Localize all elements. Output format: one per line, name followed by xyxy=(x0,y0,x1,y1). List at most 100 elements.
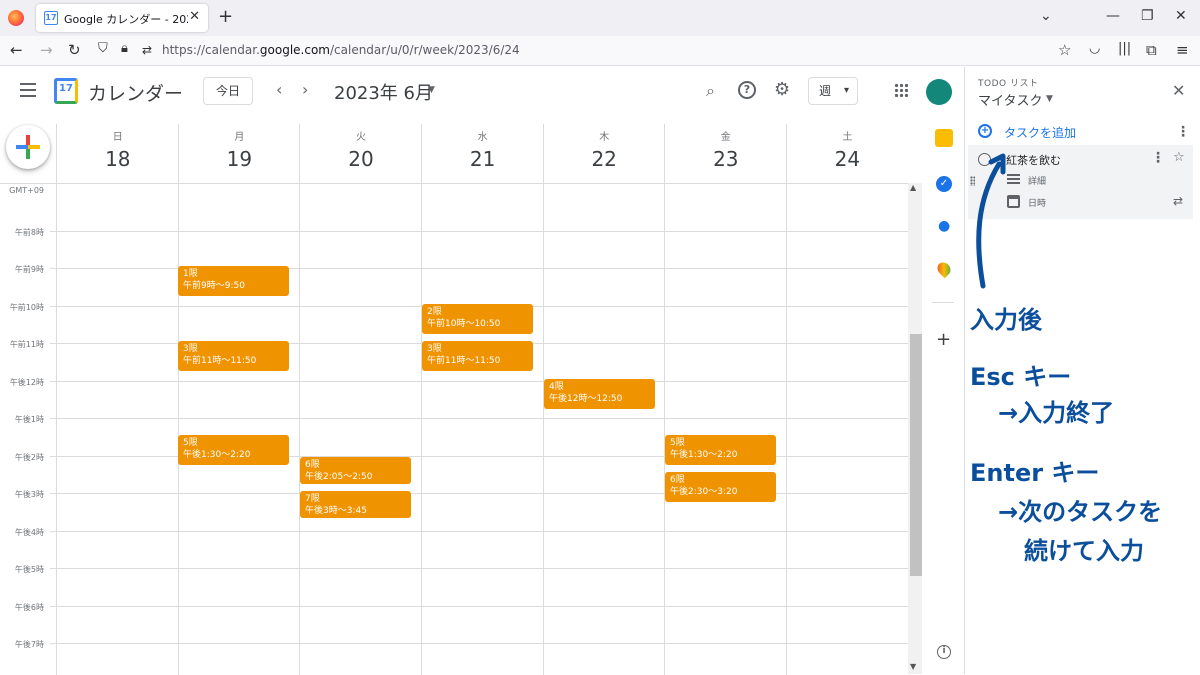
search-icon[interactable]: ⌕ xyxy=(706,81,715,101)
day-header[interactable]: 火 20 xyxy=(300,128,422,171)
forward-icon[interactable]: → xyxy=(40,41,53,59)
scroll-down-icon[interactable]: ▼ xyxy=(910,662,916,671)
time-label: 午後6時 xyxy=(14,603,44,612)
day-number[interactable]: 22 xyxy=(543,147,665,171)
scrollbar-thumb[interactable] xyxy=(910,334,922,576)
event-time: 午後3時～3:45 xyxy=(305,506,367,516)
add-task-icon[interactable]: + xyxy=(978,124,992,138)
time-label: 午後3時 xyxy=(14,490,44,499)
hour-line xyxy=(50,231,908,232)
day-number[interactable]: 21 xyxy=(422,147,544,171)
help-icon[interactable]: ? xyxy=(738,81,756,99)
annotation-line: 入力後 xyxy=(970,306,1042,334)
time-label: 午前10時 xyxy=(9,303,44,312)
avatar[interactable] xyxy=(926,79,952,105)
chevron-down-icon[interactable]: ▼ xyxy=(1046,94,1053,104)
month-label[interactable]: 2023年 6月 xyxy=(334,79,433,105)
bookmark-star-icon[interactable]: ☆ xyxy=(1058,41,1071,59)
library-icon[interactable]: ||| xyxy=(1118,41,1131,56)
day-header[interactable]: 月 19 xyxy=(179,128,301,171)
time-label: 午後5時 xyxy=(14,565,44,574)
calendar-event[interactable]: 5限 午後1:30～2:20 xyxy=(665,435,776,465)
menu-icon[interactable]: ≡ xyxy=(1176,41,1189,59)
calendar-event[interactable]: 6限 午後2:30～3:20 xyxy=(665,472,776,502)
keep-icon[interactable] xyxy=(935,129,953,147)
time-label: 午後12時 xyxy=(9,378,44,387)
info-icon[interactable]: i xyxy=(937,645,951,659)
calendar-event[interactable]: 2限 午前10時～10:50 xyxy=(422,304,533,334)
firefox-logo-icon[interactable] xyxy=(8,10,24,26)
main-menu-icon[interactable] xyxy=(20,83,36,97)
google-apps-icon[interactable] xyxy=(894,83,908,97)
plus-icon-horizontal xyxy=(16,145,40,149)
lock-icon[interactable]: 🔒︎ xyxy=(121,41,128,56)
permissions-icon[interactable]: ⇄ xyxy=(142,43,152,57)
task-list-selector[interactable]: マイタスク xyxy=(978,90,1042,109)
repeat-icon[interactable]: ⇄ xyxy=(1173,194,1183,208)
day-number[interactable]: 24 xyxy=(787,147,909,171)
close-icon[interactable]: ✕ xyxy=(1172,81,1185,100)
day-header[interactable]: 金 23 xyxy=(665,128,787,171)
scroll-up-icon[interactable]: ▲ xyxy=(910,183,916,192)
add-task-button[interactable]: タスクを追加 xyxy=(1004,124,1076,141)
view-selector-button[interactable]: 週 xyxy=(808,77,858,105)
browser-tab[interactable]: 17 Google カレンダー - 2023年 6月 1 ✕ xyxy=(36,4,208,32)
day-header[interactable]: 木 22 xyxy=(543,128,665,171)
task-details-field[interactable]: 詳細 xyxy=(1028,174,1046,187)
today-button[interactable]: 今日 xyxy=(203,77,253,105)
event-title: 1限 xyxy=(183,269,198,279)
day-number[interactable]: 20 xyxy=(300,147,422,171)
extensions-icon[interactable]: ⧉ xyxy=(1146,41,1157,59)
more-options-icon[interactable]: ⋮ xyxy=(1176,124,1190,140)
day-name: 火 xyxy=(355,132,366,143)
new-tab-icon[interactable]: + xyxy=(218,6,233,27)
week-time-grid[interactable]: GMT+09 午前8時 午前9時 午前10時 午前11時 午後12時 午後1時 … xyxy=(0,124,908,675)
minimize-icon[interactable]: — xyxy=(1106,8,1120,24)
task-date-field[interactable]: 日時 xyxy=(1028,196,1046,209)
back-icon[interactable]: ← xyxy=(10,41,23,59)
pocket-icon[interactable]: ◡ xyxy=(1089,41,1100,56)
day-number[interactable]: 18 xyxy=(57,147,179,171)
day-header[interactable]: 日 18 xyxy=(57,128,179,171)
day-name: 金 xyxy=(720,132,731,143)
calendar-event[interactable]: 7限 午後3時～3:45 xyxy=(300,491,411,518)
list-all-tabs-icon[interactable]: ⌄ xyxy=(1040,8,1052,24)
previous-week-icon[interactable]: ‹ xyxy=(276,80,282,99)
event-time: 午後2:30～3:20 xyxy=(670,487,738,497)
grid-column-line xyxy=(664,124,665,675)
url-bar[interactable]: https://calendar.google.com/calendar/u/0… xyxy=(162,43,520,57)
grid-column-line xyxy=(421,124,422,675)
calendar-event[interactable]: 3限 午前11時～11:50 xyxy=(422,341,533,371)
calendar-event[interactable]: 5限 午後1:30～2:20 xyxy=(178,435,289,465)
calendar-event[interactable]: 4限 午後12時～12:50 xyxy=(544,379,655,409)
day-number[interactable]: 19 xyxy=(179,147,301,171)
next-week-icon[interactable]: › xyxy=(302,80,308,99)
browser-nav-bar: ← → ↻ ⛉ 🔒︎ ⇄ https://calendar.google.com… xyxy=(0,36,1200,66)
hour-line xyxy=(50,493,908,494)
restore-icon[interactable]: ❐ xyxy=(1141,8,1154,24)
annotation-arrow xyxy=(976,153,1006,289)
calendar-event[interactable]: 1限 午前9時～9:50 xyxy=(178,266,289,296)
calendar-event[interactable]: 6限 午後2:05～2:50 xyxy=(300,457,411,484)
calendar-favicon-icon: 17 xyxy=(44,11,58,25)
task-options-icon[interactable]: ⋮ xyxy=(1151,150,1165,166)
contacts-icon[interactable]: ● xyxy=(938,218,950,234)
day-number[interactable]: 23 xyxy=(665,147,787,171)
add-addon-icon[interactable]: + xyxy=(936,329,951,350)
close-tab-icon[interactable]: ✕ xyxy=(189,9,200,24)
maps-icon[interactable] xyxy=(934,259,954,279)
day-header[interactable]: 土 24 xyxy=(787,128,909,171)
event-title: 4限 xyxy=(549,382,564,392)
close-window-icon[interactable]: ✕ xyxy=(1175,8,1187,24)
shield-icon[interactable]: ⛉ xyxy=(98,41,108,56)
timezone-label: GMT+09 xyxy=(9,186,44,195)
time-label: 午後7時 xyxy=(14,640,44,649)
month-dropdown-icon[interactable]: ▼ xyxy=(428,85,435,95)
settings-gear-icon[interactable]: ⚙ xyxy=(774,79,790,100)
star-icon[interactable]: ☆ xyxy=(1173,150,1185,165)
tasks-icon[interactable]: ✓ xyxy=(936,176,952,192)
day-header[interactable]: 水 21 xyxy=(422,128,544,171)
reload-icon[interactable]: ↻ xyxy=(68,41,81,59)
create-event-button[interactable] xyxy=(6,125,50,169)
calendar-event[interactable]: 3限 午前11時～11:50 xyxy=(178,341,289,371)
